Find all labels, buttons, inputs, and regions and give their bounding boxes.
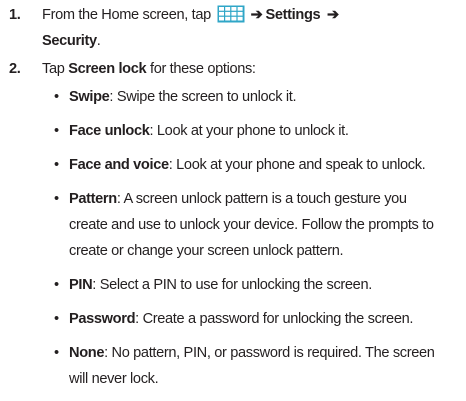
option-item: • Face and voice: Look at your phone and …	[54, 152, 462, 178]
settings-label: Settings	[265, 7, 321, 23]
option-description: : No pattern, PIN, or password is requir…	[104, 345, 435, 361]
option-description: create or change your screen unlock patt…	[69, 243, 344, 259]
option-item: • PIN: Select a PIN to use for unlocking …	[54, 272, 462, 298]
option-description: : A screen unlock pattern is a touch ges…	[116, 191, 407, 207]
screen-lock-options: • Swipe: Swipe the screen to unlock it. • F…	[54, 84, 462, 400]
step-line: From the Home screen, tap ➔ Settings ➔	[42, 2, 462, 28]
step-text-suffix: .	[96, 33, 101, 49]
option-description: : Select a PIN to use for unlocking the …	[92, 277, 372, 293]
bullet-icon: •	[54, 311, 59, 327]
security-label: Security	[42, 33, 97, 49]
bullet-icon: •	[54, 191, 59, 207]
bullet-icon: •	[54, 157, 59, 173]
option-item: • Swipe: Swipe the screen to unlock it.	[54, 84, 462, 110]
screen-lock-label: Screen lock	[68, 61, 147, 77]
option-line: PIN: Select a PIN to use for unlocking t…	[69, 272, 462, 298]
option-term: Pattern	[69, 191, 117, 207]
step-line: Security.	[42, 28, 462, 54]
arrow-icon: ➔	[327, 7, 339, 23]
option-term: None	[69, 345, 105, 361]
option-description: : Swipe the screen to unlock it.	[109, 89, 297, 105]
step-number: 2.	[9, 61, 21, 77]
bullet-icon: •	[54, 89, 59, 105]
bullet-icon: •	[54, 277, 59, 293]
bullet-icon: •	[54, 123, 59, 139]
option-line: Password: Create a password for unlockin…	[69, 306, 462, 332]
option-description: create and use to unlock your device. Fo…	[69, 217, 434, 233]
option-line: create or change your screen unlock patt…	[69, 238, 462, 264]
step-number: 1.	[9, 7, 21, 23]
step-text: Tap Screen lock for these options:	[42, 56, 462, 82]
option-line: Swipe: Swipe the screen to unlock it.	[69, 84, 462, 110]
option-term: Swipe	[69, 89, 110, 105]
option-term: Face and voice	[69, 157, 169, 173]
instructions-page: 1. From the Home screen, tap ➔ Settings ➔…	[0, 0, 466, 401]
option-description: will never lock.	[69, 371, 159, 387]
option-line: Face and voice: Look at your phone and s…	[69, 152, 462, 178]
option-term: Face unlock	[69, 123, 150, 139]
step-line: Tap Screen lock for these options:	[42, 56, 462, 82]
step-text-prefix: Tap	[42, 61, 69, 77]
apps-grid-icon	[217, 5, 245, 23]
step-text-prefix: From the Home screen, tap	[42, 7, 211, 23]
option-line: Pattern: A screen unlock pattern is a to…	[69, 186, 462, 212]
option-term: Password	[69, 311, 136, 327]
option-item: • Password: Create a password for unlocki…	[54, 306, 462, 332]
option-term: PIN	[69, 277, 93, 293]
option-line: None: No pattern, PIN, or password is re…	[69, 340, 462, 366]
option-item: • Face unlock: Look at your phone to unlo…	[54, 118, 462, 144]
option-line: will never lock.	[69, 366, 462, 392]
step-text-suffix: for these options:	[146, 61, 256, 77]
option-line: Face unlock: Look at your phone to unloc…	[69, 118, 462, 144]
option-description: : Create a password for unlocking the sc…	[135, 311, 414, 327]
option-description: : Look at your phone and speak to unlock…	[168, 157, 426, 173]
arrow-icon: ➔	[250, 7, 263, 23]
option-item: • None: No pattern, PIN, or password is r…	[54, 340, 462, 392]
step-text: From the Home screen, tap ➔ Settings ➔ Se…	[42, 2, 462, 54]
option-item: • Pattern: A screen unlock pattern is a t…	[54, 186, 462, 264]
option-description: : Look at your phone to unlock it.	[149, 123, 349, 139]
option-line: create and use to unlock your device. Fo…	[69, 212, 462, 238]
bullet-icon: •	[54, 345, 59, 361]
